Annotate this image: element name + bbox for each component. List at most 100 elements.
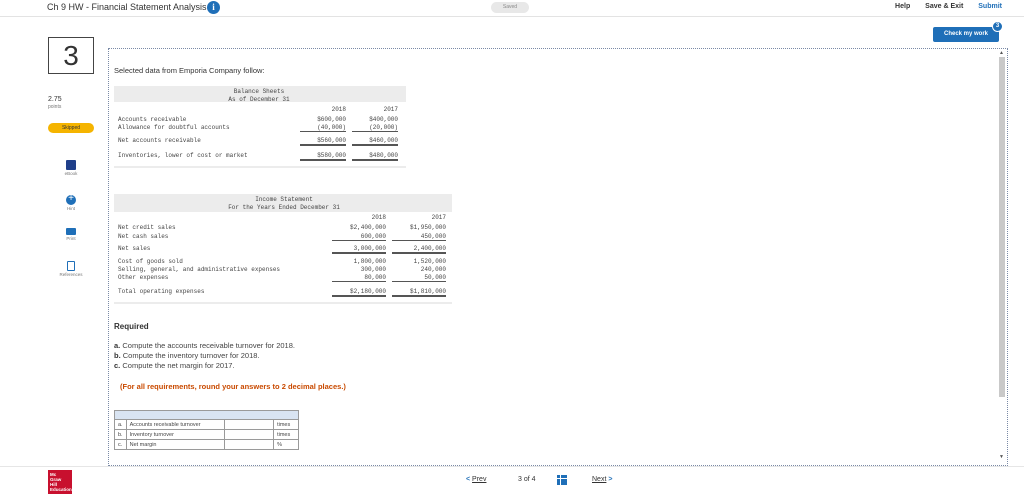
top-links: Help Save & Exit Submit <box>882 3 1002 10</box>
is-row-2017: 2,400,000 <box>392 245 446 254</box>
bs-row-2017: $400,000 <box>369 116 398 123</box>
is-row-2018: 300,000 <box>360 266 386 273</box>
is-row-2018: 600,000 <box>332 233 386 241</box>
answer-row: b. Inventory turnover times <box>114 429 299 440</box>
ar-turnover-input[interactable] <box>224 419 275 430</box>
required-item-letter: b. <box>114 351 121 360</box>
scroll-down-icon[interactable]: ▼ <box>999 454 1004 460</box>
bs-row-2018: (40,000) <box>300 124 346 132</box>
prev-button[interactable]: < Prev <box>466 476 486 483</box>
hint-tool[interactable]: Hint <box>48 193 94 211</box>
ebook-icon <box>66 160 76 170</box>
answer-unit: times <box>273 429 299 440</box>
is-year-2018: 2018 <box>371 214 386 221</box>
question-position: 3 of 4 <box>518 476 536 483</box>
info-icon[interactable]: i <box>207 1 220 14</box>
bs-row-label: Allowance for doubtful accounts <box>118 124 230 131</box>
is-row-2017: 50,000 <box>392 274 446 282</box>
answer-table-header <box>114 410 299 420</box>
answer-label: Inventory turnover <box>125 429 226 440</box>
is-row-label: Cost of goods sold <box>118 258 183 265</box>
is-year-2017: 2017 <box>431 214 446 221</box>
balance-sheet-subtitle: As of December 31 <box>228 96 290 103</box>
question-number: 3 <box>63 40 79 71</box>
references-tool[interactable]: References <box>48 261 94 277</box>
net-margin-input[interactable] <box>224 439 275 450</box>
required-item-text: Compute the net margin for 2017. <box>122 361 235 370</box>
check-attempts-badge: 3 <box>992 21 1003 32</box>
required-item-a: a. Compute the accounts receivable turno… <box>114 341 295 350</box>
bottom-bar <box>0 466 1024 494</box>
balance-sheet-title: Balance Sheets <box>233 88 285 95</box>
bs-row-2017: $460,000 <box>352 137 398 146</box>
required-item-b: b. Compute the inventory turnover for 20… <box>114 351 260 360</box>
references-label: References <box>59 272 83 277</box>
is-row-2017: 240,000 <box>420 266 446 273</box>
scroll-thumb[interactable] <box>999 57 1005 397</box>
answer-table-header-cell <box>114 410 299 420</box>
print-icon <box>66 228 76 235</box>
print-tool[interactable]: Print <box>48 226 94 241</box>
is-row-2017: 450,000 <box>392 233 446 241</box>
is-row-2018: 80,000 <box>332 274 386 282</box>
content-scrollbar[interactable]: ▲ ▼ <box>997 49 1007 465</box>
answer-row: c. Net margin % <box>114 439 299 450</box>
publisher-logo: Mc Graw Hill Education <box>48 470 72 494</box>
saved-status-badge: Saved <box>491 2 529 13</box>
bs-year-2017: 2017 <box>383 106 398 113</box>
next-label: Next <box>592 476 607 483</box>
question-intro: Selected data from Emporia Company follo… <box>114 66 265 75</box>
is-row-2018: $2,400,000 <box>349 224 386 231</box>
submit-link[interactable]: Submit <box>978 3 1002 10</box>
answer-label: Accounts receivable turnover <box>125 419 226 430</box>
chevron-right-icon: > <box>608 476 613 483</box>
answer-row: a. Accounts receivable turnover times <box>114 419 299 430</box>
is-row-2018: 3,000,000 <box>332 245 386 254</box>
status-badge: Skipped <box>48 123 94 133</box>
bs-row-label: Net accounts receivable <box>118 137 201 144</box>
references-icon <box>67 261 75 271</box>
is-row-2017: $1,950,000 <box>409 224 446 231</box>
is-row-label: Net cash sales <box>118 233 169 240</box>
required-heading: Required <box>114 322 149 331</box>
bs-row-2018: $600,000 <box>317 116 346 123</box>
is-row-label: Net credit sales <box>118 224 176 231</box>
rounding-note: (For all requirements, round your answer… <box>120 382 346 391</box>
income-statement-title: Income Statement <box>255 196 313 203</box>
answer-letter: c. <box>114 439 127 450</box>
bs-row-2018: $580,000 <box>300 152 346 161</box>
inventory-turnover-input[interactable] <box>224 429 275 440</box>
points-value: 2.75 <box>48 96 62 103</box>
assignment-title: Ch 9 HW - Financial Statement Analysis <box>47 2 207 12</box>
answer-table: a. Accounts receivable turnover times b.… <box>114 410 299 450</box>
answer-letter: b. <box>114 429 127 440</box>
required-item-text: Compute the inventory turnover for 2018. <box>122 351 260 360</box>
logo-line: Education <box>50 487 72 492</box>
answer-unit: % <box>273 439 299 450</box>
income-statement-subtitle: For the Years Ended December 31 <box>228 204 340 211</box>
is-row-2017: 1,520,000 <box>413 258 446 265</box>
bs-year-2018: 2018 <box>331 106 346 113</box>
check-my-work-button[interactable]: Check my work <box>933 27 999 42</box>
hint-icon <box>66 193 76 205</box>
bs-row-label: Accounts receivable <box>118 116 187 123</box>
is-row-label: Other expenses <box>118 274 169 281</box>
bs-row-2017: (20,000) <box>352 124 398 132</box>
print-label: Print <box>66 236 76 241</box>
help-link[interactable]: Help <box>895 3 910 10</box>
answer-unit: times <box>273 419 299 430</box>
hint-label: Hint <box>66 206 75 211</box>
scroll-up-icon[interactable]: ▲ <box>999 50 1004 56</box>
answer-letter: a. <box>114 419 127 430</box>
ebook-tool[interactable]: eBook <box>48 160 94 176</box>
required-item-letter: c. <box>114 361 121 370</box>
bs-row-2018: $560,000 <box>300 137 346 146</box>
top-bar: Ch 9 HW - Financial Statement Analysis i… <box>0 0 1024 17</box>
next-button[interactable]: Next > <box>592 476 612 483</box>
is-row-label: Net sales <box>118 245 151 252</box>
required-item-c: c. Compute the net margin for 2017. <box>114 361 235 370</box>
bs-row-2017: $480,000 <box>352 152 398 161</box>
question-grid-icon[interactable] <box>557 475 567 485</box>
save-exit-link[interactable]: Save & Exit <box>925 3 963 10</box>
is-row-2018: 1,800,000 <box>353 258 386 265</box>
